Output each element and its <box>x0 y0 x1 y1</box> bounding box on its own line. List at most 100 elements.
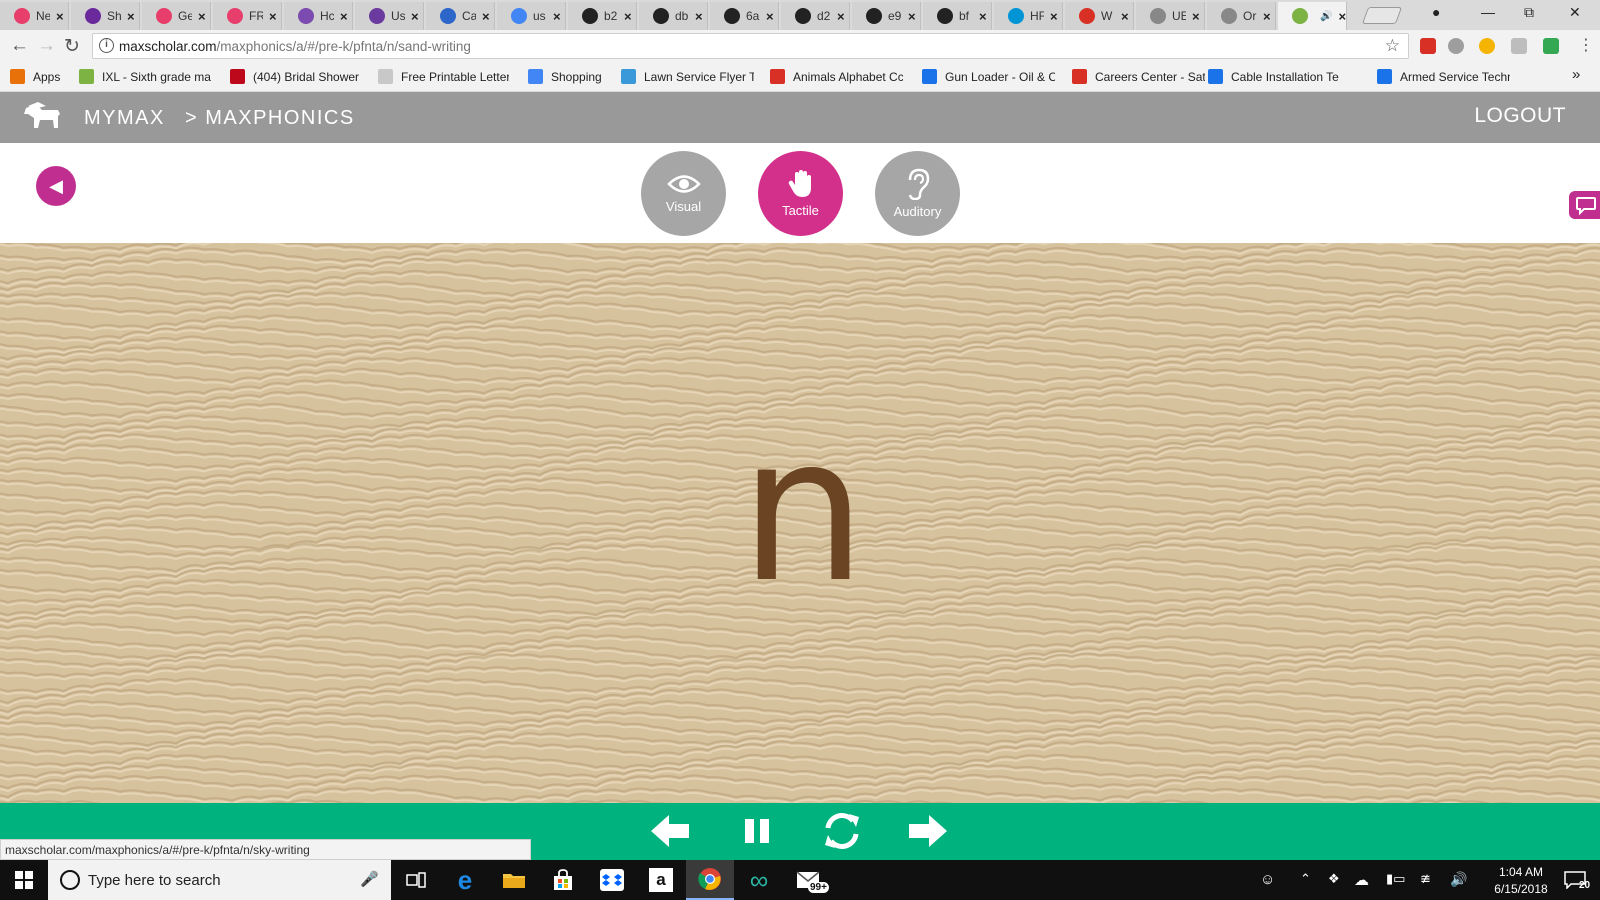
extension-gray-icon[interactable] <box>1511 38 1527 54</box>
replay-button[interactable] <box>820 811 864 851</box>
action-center-icon[interactable]: 20 <box>1550 860 1600 900</box>
bookmark-item[interactable]: Cable Installation Te <box>1208 69 1339 84</box>
site-info-icon[interactable]: i <box>99 38 114 53</box>
profile-icon[interactable]: ● <box>1432 4 1440 20</box>
tab-close-icon[interactable]: × <box>1121 9 1129 24</box>
browser-tab[interactable]: FR × <box>213 2 282 30</box>
tab-close-icon[interactable]: × <box>127 9 135 24</box>
mail-icon[interactable]: 99+ <box>784 860 832 900</box>
tab-audio-icon[interactable]: 🔊 <box>1320 11 1332 22</box>
browser-tab[interactable]: b2 × <box>568 2 637 30</box>
extension-emoji-icon[interactable] <box>1479 38 1495 54</box>
logout-button[interactable]: LOGOUT <box>1474 104 1566 128</box>
browser-menu-icon[interactable]: ⋮ <box>1578 35 1594 55</box>
mode-visual-button[interactable]: Visual <box>641 151 726 236</box>
close-window-button[interactable]: ✕ <box>1569 4 1581 21</box>
forward-nav-button[interactable]: → <box>37 35 56 57</box>
pause-button[interactable] <box>735 811 779 851</box>
browser-tab[interactable]: Sh × <box>71 2 140 30</box>
back-button[interactable]: ◀ <box>36 166 76 206</box>
maxscholar-logo-icon[interactable] <box>22 100 62 136</box>
dropbox-icon[interactable] <box>588 860 636 900</box>
browser-tab[interactable]: Hc × <box>284 2 353 30</box>
browser-tab[interactable]: Ca × <box>426 2 495 30</box>
minimize-button[interactable]: — <box>1481 4 1495 20</box>
amazon-icon[interactable]: a <box>637 860 685 900</box>
address-bar[interactable]: i maxscholar.com/maxphonics/a/#/pre-k/pf… <box>92 33 1409 59</box>
browser-tab[interactable]: db × <box>639 2 708 30</box>
browser-tab[interactable]: d2 × <box>781 2 850 30</box>
bookmark-item[interactable]: Free Printable Letter <box>378 69 509 84</box>
browser-tab[interactable]: Us × <box>355 2 424 30</box>
store-icon[interactable] <box>539 860 587 900</box>
mode-tactile-button[interactable]: Tactile <box>758 151 843 236</box>
browser-tab[interactable]: e9 × <box>852 2 921 30</box>
browser-tab[interactable]: UE × <box>1136 2 1205 30</box>
file-explorer-icon[interactable] <box>490 860 538 900</box>
bookmark-item[interactable]: Careers Center - Sat <box>1072 69 1205 84</box>
taskbar-search[interactable]: Type here to search 🎤 <box>48 860 391 900</box>
wifi-icon[interactable]: ≇ <box>1420 871 1431 887</box>
breadcrumb-maxphonics[interactable]: > MAXPHONICS <box>185 107 355 130</box>
tab-close-icon[interactable]: × <box>411 9 419 24</box>
new-tab-button[interactable] <box>1361 7 1403 24</box>
tab-close-icon[interactable]: × <box>766 9 774 24</box>
tab-close-icon[interactable]: × <box>269 9 277 24</box>
reload-button[interactable]: ↻ <box>64 35 80 58</box>
browser-tab[interactable]: Ge × <box>142 2 211 30</box>
microphone-icon[interactable]: 🎤 <box>360 870 379 888</box>
tab-close-icon[interactable]: × <box>695 9 703 24</box>
bookmark-item[interactable]: Lawn Service Flyer Te <box>621 69 754 84</box>
restore-button[interactable]: ⧉ <box>1524 4 1534 21</box>
infinity-app-icon[interactable]: ∞ <box>735 860 783 900</box>
breadcrumb-mymax[interactable]: MYMAX <box>84 107 165 130</box>
tab-close-icon[interactable]: × <box>1050 9 1058 24</box>
bookmark-item[interactable]: Shopping <box>528 69 602 84</box>
tab-close-icon[interactable]: × <box>1192 9 1200 24</box>
more-bookmarks-button[interactable]: » <box>1572 66 1580 83</box>
browser-tab[interactable]: HF × <box>994 2 1063 30</box>
battery-icon[interactable]: ▮▭ <box>1386 871 1405 887</box>
dropbox-tray-icon[interactable]: ❖ <box>1328 871 1340 887</box>
tab-close-icon[interactable]: × <box>482 9 490 24</box>
task-view-icon[interactable] <box>392 860 440 900</box>
mode-auditory-button[interactable]: Auditory <box>875 151 960 236</box>
tab-close-icon[interactable]: × <box>56 9 64 24</box>
browser-tab[interactable]: us × <box>497 2 566 30</box>
back-nav-button[interactable]: ← <box>10 35 29 57</box>
tab-close-icon[interactable]: × <box>198 9 206 24</box>
bookmark-star-icon[interactable]: ☆ <box>1385 36 1400 56</box>
tab-close-icon[interactable]: × <box>837 9 845 24</box>
browser-tab[interactable]: Or × <box>1207 2 1276 30</box>
browser-tab[interactable]: W × <box>1065 2 1134 30</box>
volume-icon[interactable]: 🔊 <box>1450 871 1467 888</box>
tab-close-icon[interactable]: × <box>1263 9 1271 24</box>
tab-close-icon[interactable]: × <box>908 9 916 24</box>
people-icon[interactable]: ☺ <box>1260 871 1275 888</box>
bookmark-item[interactable]: (404) Bridal Shower I <box>230 69 363 84</box>
onedrive-icon[interactable]: ☁ <box>1354 871 1369 889</box>
next-button[interactable] <box>906 811 950 851</box>
tab-close-icon[interactable]: × <box>624 9 632 24</box>
chat-button[interactable] <box>1569 191 1600 219</box>
extension-circle-icon[interactable] <box>1448 38 1464 54</box>
browser-tab[interactable]: 6a × <box>710 2 779 30</box>
bookmark-item[interactable]: IXL - Sixth grade ma <box>79 69 211 84</box>
previous-button[interactable] <box>648 811 692 851</box>
edge-icon[interactable]: e <box>441 860 489 900</box>
bookmark-item[interactable]: Armed Service Techn <box>1377 69 1510 84</box>
browser-tab[interactable]: bf × <box>923 2 992 30</box>
bookmark-item[interactable]: Gun Loader - Oil & C <box>922 69 1055 84</box>
tab-close-icon[interactable]: × <box>340 9 348 24</box>
bookmark-item[interactable]: Animals Alphabet Cc <box>770 69 903 84</box>
show-hidden-icons[interactable]: ⌃ <box>1300 871 1311 887</box>
extension-green-icon[interactable] <box>1543 38 1559 54</box>
browser-tab[interactable]: Ne × <box>0 2 69 30</box>
tab-close-icon[interactable]: × <box>553 9 561 24</box>
browser-tab[interactable]: 🔊 × <box>1278 2 1347 30</box>
chrome-icon[interactable] <box>686 860 734 900</box>
bookmark-item[interactable]: Apps <box>10 69 60 84</box>
extension-adblock-icon[interactable] <box>1420 38 1436 54</box>
start-button[interactable] <box>0 860 48 900</box>
sand-writing-area[interactable]: n <box>0 243 1600 803</box>
